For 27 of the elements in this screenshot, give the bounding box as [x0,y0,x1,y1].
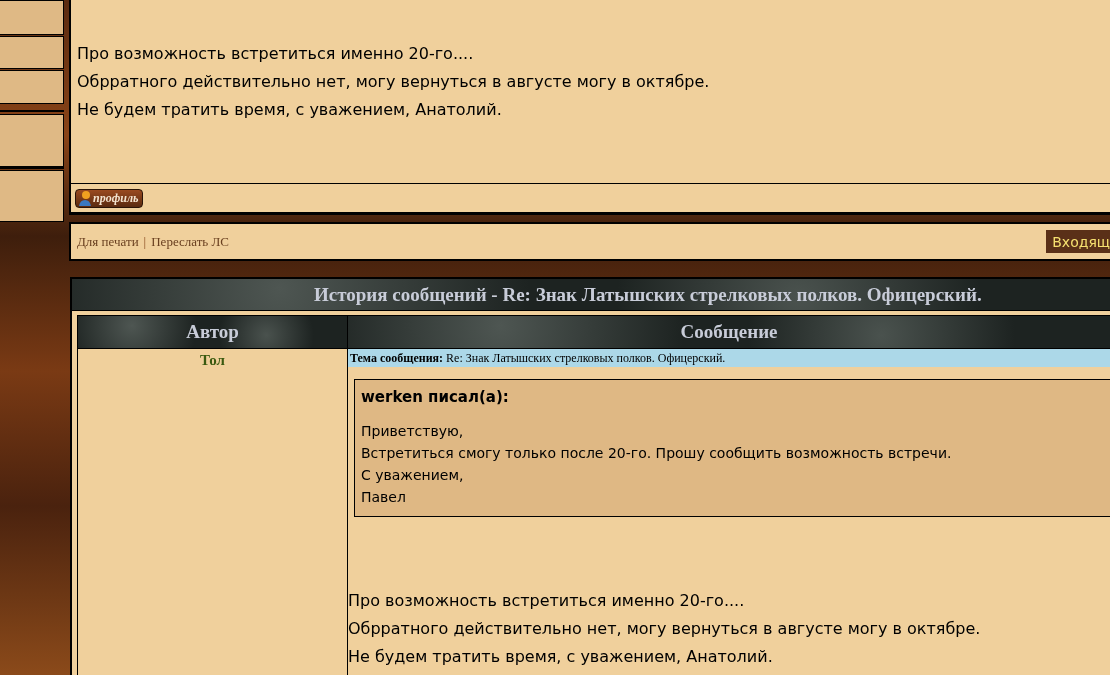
quote-text-line: Приветствую, [361,422,465,441]
link-separator: | [143,233,147,250]
author-name: Тол [198,351,227,369]
user-icon [79,190,92,206]
sidebar-block [0,114,64,169]
link[interactable]: Для печати [77,233,139,250]
message-text-line: Обрратного действительно нет, могу вернуться в августе могу в октябре. [348,618,982,640]
sidebar-block [0,170,64,222]
column-header: Автор [78,316,348,349]
post-text-line: Не будем тратить время, с уважением, Анатолий. [77,99,503,121]
quote-text-line: Встретиться смогу только после 20-го. Прошу сообщить возможность встречи. [361,444,953,463]
sidebar-block [0,0,64,35]
subject-text: Тема сообщения: Re: Знак Латышских стрелковых полков. Офицерский. [350,351,726,365]
link[interactable]: Переслать ЛС [151,233,229,250]
sidebar-block [0,70,64,104]
column-header: Сообщение [348,316,1110,349]
quote-text-line: С уважением, [361,466,465,485]
message-text-line: Про возможность встретиться именно 20-го.... [348,590,746,612]
post-text-line: Про возможность встретиться именно 20-го.... [77,43,475,65]
message-text-line: Не будем тратить время, с уважением, Анатолий. [348,646,774,668]
quote-text-line: Павел [361,488,407,507]
post-text-line: Обрратного действительно нет, могу вернуться в августе могу в октябре. [77,71,711,93]
history-title: История сообщений - Re: Знак Латышских стрелковых полков. Офицерский. [72,279,1110,311]
sidebar-block [0,36,64,69]
profile-button[interactable]: профиль [75,188,143,208]
inbox-button[interactable]: Входящ [1046,230,1110,253]
quote-header: werken писал(а): [361,388,510,406]
